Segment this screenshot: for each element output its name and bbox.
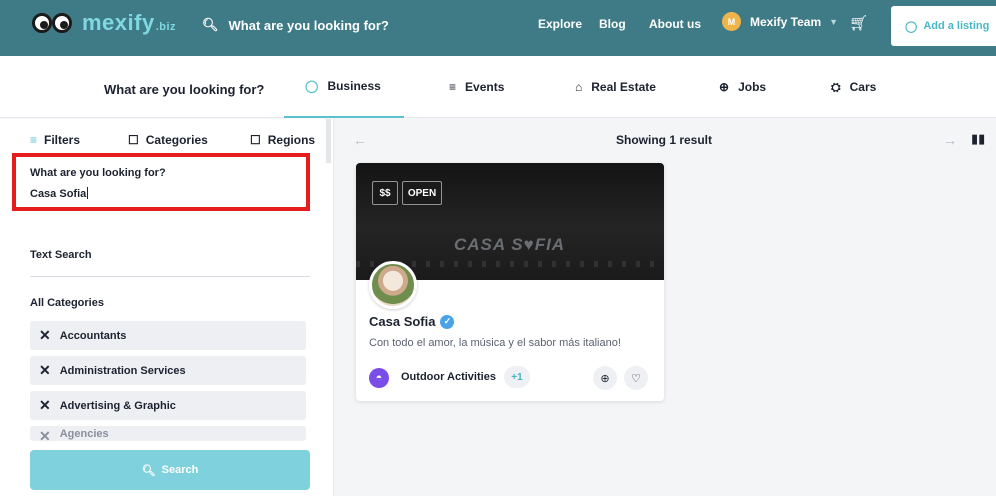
- close-icon[interactable]: ✕: [39, 428, 51, 441]
- listing-type-tabs: What are you looking for? ◯ Business ≡ E…: [0, 56, 996, 118]
- nav-explore[interactable]: Explore: [538, 17, 582, 31]
- nav-about-us[interactable]: About us: [649, 17, 701, 31]
- location-pin-icon: ◯: [305, 79, 319, 93]
- tab-events[interactable]: ≡ Events: [449, 56, 504, 118]
- category-chip-agencies[interactable]: ✕ Agencies: [30, 426, 306, 441]
- listing-description: Con todo el amor, la música y el sabor m…: [369, 337, 621, 349]
- site-logo[interactable]: mexify.biz: [30, 2, 176, 44]
- outdoor-activities-icon: ◓: [369, 368, 389, 388]
- all-categories-heading: All Categories: [30, 297, 104, 309]
- search-icon: 🔍︎: [202, 17, 219, 32]
- results-header: ← Showing 1 result → ▮▮: [335, 119, 996, 163]
- logo-text: mexify.biz: [82, 10, 177, 35]
- sidebar-tab-filters[interactable]: ≡ Filters: [30, 133, 80, 147]
- close-icon[interactable]: ✕: [39, 327, 51, 344]
- tab-business[interactable]: ◯ Business: [284, 56, 404, 118]
- map-icon[interactable]: ▮▮: [971, 131, 985, 147]
- verified-check-icon: ✓: [440, 314, 455, 329]
- more-categories-badge[interactable]: +1: [504, 366, 530, 388]
- filter-lines-icon: ≡: [449, 80, 457, 94]
- nav-blog[interactable]: Blog: [599, 17, 626, 31]
- category-chip-advertising-graphic[interactable]: ✕ Advertising & Graphic: [30, 391, 306, 420]
- quick-view-icon[interactable]: ⊕: [593, 366, 617, 390]
- search-icon: 🔍︎: [141, 464, 156, 477]
- listing-title[interactable]: Casa Sofia ✓: [369, 314, 455, 329]
- listing-category[interactable]: Outdoor Activities: [401, 371, 496, 383]
- filter-sidebar: ≡ Filters ☐ Categories ☐ Regions What ar…: [0, 119, 334, 496]
- user-name: Mexify Team: [750, 14, 822, 29]
- location-pin-icon: ◯: [905, 20, 918, 33]
- text-search-heading: Text Search: [30, 249, 92, 261]
- arrow-right-icon[interactable]: →: [943, 132, 957, 148]
- header-search-placeholder: What are you looking for?: [228, 17, 389, 33]
- search-label: What are you looking for?: [30, 167, 166, 179]
- price-badge: $$: [372, 181, 398, 205]
- car-icon: ⛭: [831, 79, 841, 94]
- cover-sign-text: CASA S♥FIA: [454, 235, 566, 254]
- sidebar-scrollbar[interactable]: [326, 119, 331, 163]
- divider: [30, 276, 310, 277]
- search-zoom-icon: ⊕: [719, 80, 730, 94]
- filter-icon: ≡: [30, 133, 38, 147]
- sidebar-tab-categories[interactable]: ☐ Categories: [128, 133, 208, 147]
- user-menu[interactable]: M Mexify Team ▼: [722, 12, 838, 31]
- tabs-title: What are you looking for?: [104, 82, 265, 97]
- bookmark-icon: ☐: [250, 133, 261, 147]
- avatar: M: [722, 12, 741, 31]
- keyword-search-input[interactable]: What are you looking for? Casa Sofia: [12, 153, 310, 211]
- house-icon: ⌂: [575, 80, 583, 94]
- chevron-down-icon: ▼: [829, 16, 839, 27]
- category-chip-accountants[interactable]: ✕ Accountants: [30, 321, 306, 350]
- tab-cars[interactable]: ⛭ Cars: [831, 56, 876, 118]
- logo-eyes-icon: [30, 8, 76, 38]
- tab-jobs[interactable]: ⊕ Jobs: [719, 56, 766, 118]
- search-button[interactable]: 🔍︎ Search: [30, 450, 310, 490]
- sidebar-tab-regions[interactable]: ☐ Regions: [250, 133, 315, 147]
- bookmark-icon: ☐: [128, 133, 139, 147]
- category-chip-administration-services[interactable]: ✕ Administration Services: [30, 356, 306, 385]
- basket-icon[interactable]: 🛒︎: [849, 14, 868, 32]
- search-value: Casa Sofia: [30, 188, 87, 200]
- arrow-left-icon[interactable]: ←: [353, 132, 367, 148]
- header-search[interactable]: 🔍︎ What are you looking for?: [202, 17, 389, 33]
- top-navigation-bar: mexify.biz 🔍︎ What are you looking for? …: [0, 0, 996, 56]
- listing-card[interactable]: CASA S♥FIA $$ OPEN Casa Sofia ✓ Con todo…: [356, 163, 664, 401]
- tab-real-estate[interactable]: ⌂ Real Estate: [575, 56, 656, 118]
- result-count: Showing 1 result: [616, 133, 713, 147]
- heart-icon[interactable]: ♡: [624, 366, 648, 390]
- listing-logo[interactable]: [369, 261, 417, 309]
- close-icon[interactable]: ✕: [39, 397, 51, 414]
- close-icon[interactable]: ✕: [39, 362, 51, 379]
- open-status-badge: OPEN: [402, 181, 442, 205]
- add-listing-button[interactable]: ◯ Add a listing: [891, 6, 996, 46]
